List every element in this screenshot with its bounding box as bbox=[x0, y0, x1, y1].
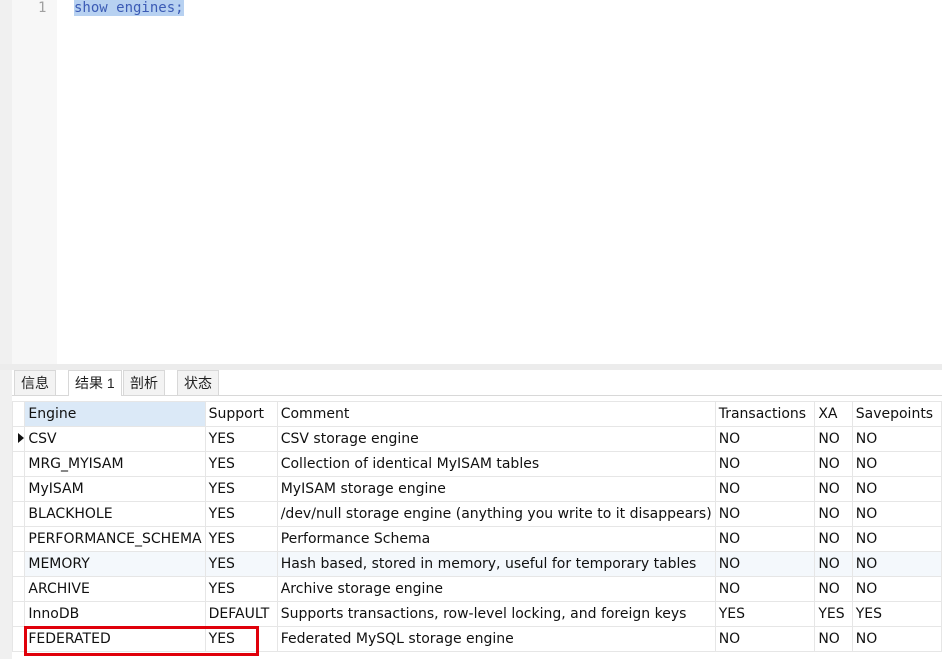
column-header-xa[interactable]: XA bbox=[814, 401, 853, 427]
cell-transactions[interactable]: NO bbox=[714, 626, 816, 652]
cell-xa[interactable]: NO bbox=[814, 626, 853, 652]
row-indicator bbox=[11, 551, 26, 577]
cell-engine[interactable]: ARCHIVE bbox=[24, 576, 206, 602]
cell-comment[interactable]: Supports transactions, row-level locking… bbox=[276, 601, 716, 627]
cell-xa[interactable]: NO bbox=[814, 576, 853, 602]
cell-engine[interactable]: CSV bbox=[24, 426, 206, 452]
cell-xa[interactable]: YES bbox=[814, 601, 853, 627]
cell-transactions[interactable]: NO bbox=[714, 526, 816, 552]
cell-support[interactable]: YES bbox=[204, 551, 278, 577]
cell-transactions[interactable]: NO bbox=[714, 551, 816, 577]
column-header-engine[interactable]: Engine bbox=[24, 401, 206, 427]
cell-savepoints[interactable]: NO bbox=[851, 551, 942, 577]
result-tabbar: 信息 结果 1 剖析 状态 bbox=[0, 370, 942, 396]
row-indicator bbox=[11, 576, 26, 602]
selected-query-text[interactable]: show engines; bbox=[74, 0, 184, 16]
table-row[interactable]: PERFORMANCE_SCHEMA YES Performance Schem… bbox=[11, 526, 942, 552]
current-row-indicator bbox=[11, 426, 26, 452]
cell-comment[interactable]: /dev/null storage engine (anything you w… bbox=[276, 501, 716, 527]
cell-savepoints[interactable]: NO bbox=[851, 501, 942, 527]
cell-savepoints[interactable]: NO bbox=[851, 451, 942, 477]
table-row[interactable]: CSV YES CSV storage engine NO NO NO bbox=[11, 426, 942, 452]
cell-savepoints[interactable]: NO bbox=[851, 526, 942, 552]
cell-support[interactable]: DEFAULT bbox=[204, 601, 278, 627]
row-indicator bbox=[11, 626, 26, 652]
table-row[interactable]: MRG_MYISAM YES Collection of identical M… bbox=[11, 451, 942, 477]
cell-engine[interactable]: InnoDB bbox=[24, 601, 206, 627]
result-grid-pane: Engine Support Comment Transactions XA S… bbox=[0, 396, 942, 659]
table-row[interactable]: FEDERATED YES Federated MySQL storage en… bbox=[11, 626, 942, 652]
cell-savepoints[interactable]: NO bbox=[851, 626, 942, 652]
row-indicator bbox=[11, 451, 26, 477]
cell-savepoints[interactable]: NO bbox=[851, 476, 942, 502]
tab-info[interactable]: 信息 bbox=[14, 370, 56, 395]
table-row[interactable]: BLACKHOLE YES /dev/null storage engine (… bbox=[11, 501, 942, 527]
cell-engine[interactable]: BLACKHOLE bbox=[24, 501, 206, 527]
sql-editor[interactable]: 1 show engines; bbox=[0, 0, 942, 364]
cell-comment[interactable]: Federated MySQL storage engine bbox=[276, 626, 716, 652]
cell-transactions[interactable]: NO bbox=[714, 451, 816, 477]
cell-savepoints[interactable]: YES bbox=[851, 601, 942, 627]
editor-left-strip bbox=[0, 0, 12, 364]
cell-support[interactable]: YES bbox=[204, 501, 278, 527]
cell-support[interactable]: YES bbox=[204, 476, 278, 502]
cell-transactions[interactable]: YES bbox=[714, 601, 816, 627]
cell-comment[interactable]: Performance Schema bbox=[276, 526, 716, 552]
line-number: 1 bbox=[38, 0, 47, 16]
table-row[interactable]: ARCHIVE YES Archive storage engine NO NO… bbox=[11, 576, 942, 602]
cell-transactions[interactable]: NO bbox=[714, 501, 816, 527]
cell-support[interactable]: YES bbox=[204, 626, 278, 652]
cell-comment[interactable]: MyISAM storage engine bbox=[276, 476, 716, 502]
line-gutter bbox=[12, 0, 57, 364]
code-line[interactable]: show engines; bbox=[74, 0, 184, 16]
row-pointer-icon bbox=[18, 433, 24, 443]
table-row[interactable]: InnoDB DEFAULT Supports transactions, ro… bbox=[11, 601, 942, 627]
cell-transactions[interactable]: NO bbox=[714, 476, 816, 502]
column-header-support[interactable]: Support bbox=[204, 401, 278, 427]
tabbar-left-strip bbox=[0, 370, 12, 396]
cell-transactions[interactable]: NO bbox=[714, 576, 816, 602]
table-row[interactable]: MyISAM YES MyISAM storage engine NO NO N… bbox=[11, 476, 942, 502]
cell-engine[interactable]: FEDERATED bbox=[24, 626, 206, 652]
cell-engine[interactable]: PERFORMANCE_SCHEMA bbox=[24, 526, 206, 552]
cell-transactions[interactable]: NO bbox=[714, 426, 816, 452]
results-left-strip bbox=[0, 396, 12, 659]
cell-savepoints[interactable]: NO bbox=[851, 426, 942, 452]
cell-xa[interactable]: NO bbox=[814, 426, 853, 452]
cell-support[interactable]: YES bbox=[204, 526, 278, 552]
cell-engine[interactable]: MyISAM bbox=[24, 476, 206, 502]
cell-engine[interactable]: MEMORY bbox=[24, 551, 206, 577]
cell-engine[interactable]: MRG_MYISAM bbox=[24, 451, 206, 477]
cell-comment[interactable]: Collection of identical MyISAM tables bbox=[276, 451, 716, 477]
cell-comment[interactable]: CSV storage engine bbox=[276, 426, 716, 452]
row-indicator bbox=[11, 501, 26, 527]
cell-comment[interactable]: Archive storage engine bbox=[276, 576, 716, 602]
cell-support[interactable]: YES bbox=[204, 426, 278, 452]
column-header-transactions[interactable]: Transactions bbox=[714, 401, 816, 427]
cell-support[interactable]: YES bbox=[204, 451, 278, 477]
cell-support[interactable]: YES bbox=[204, 576, 278, 602]
row-indicator bbox=[11, 476, 26, 502]
tab-status[interactable]: 状态 bbox=[177, 370, 219, 395]
column-header-comment[interactable]: Comment bbox=[276, 401, 716, 427]
cell-xa[interactable]: NO bbox=[814, 451, 853, 477]
cell-xa[interactable]: NO bbox=[814, 526, 853, 552]
column-header-savepoints[interactable]: Savepoints bbox=[851, 401, 942, 427]
cell-xa[interactable]: NO bbox=[814, 501, 853, 527]
row-indicator bbox=[11, 526, 26, 552]
tab-profile[interactable]: 剖析 bbox=[123, 370, 165, 395]
result-grid: Engine Support Comment Transactions XA S… bbox=[11, 401, 942, 652]
cell-xa[interactable]: NO bbox=[814, 551, 853, 577]
header-row: Engine Support Comment Transactions XA S… bbox=[11, 401, 942, 427]
table-row[interactable]: MEMORY YES Hash based, stored in memory,… bbox=[11, 551, 942, 577]
row-indicator-header bbox=[11, 401, 26, 427]
row-indicator bbox=[11, 601, 26, 627]
cell-xa[interactable]: NO bbox=[814, 476, 853, 502]
cell-savepoints[interactable]: NO bbox=[851, 576, 942, 602]
tab-result-1[interactable]: 结果 1 bbox=[68, 370, 122, 396]
cell-comment[interactable]: Hash based, stored in memory, useful for… bbox=[276, 551, 716, 577]
